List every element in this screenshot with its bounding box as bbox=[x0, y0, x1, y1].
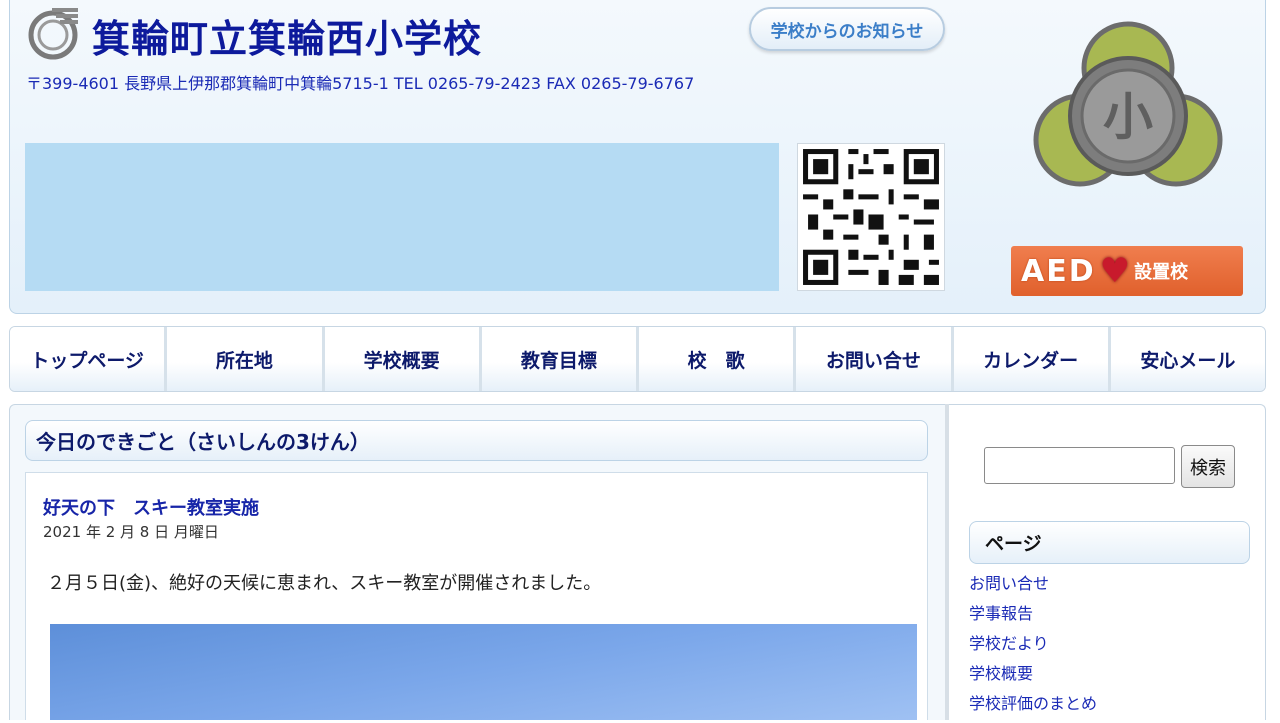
school-emblem-icon: 小 bbox=[1033, 21, 1223, 187]
search-button[interactable]: 検索 bbox=[1181, 445, 1235, 488]
emblem-char: 小 bbox=[1103, 87, 1153, 146]
school-notice-button[interactable]: 学校からのお知らせ bbox=[749, 7, 945, 51]
school-address: 〒399-4601 長野県上伊那郡箕輪町中箕輪5715-1 TEL 0265-7… bbox=[26, 74, 695, 93]
pages-heading: ページ bbox=[969, 521, 1250, 564]
nav-item-overview[interactable]: 学校概要 bbox=[324, 327, 482, 391]
main-nav: トップページ 所在地 学校概要 教育目標 校 歌 お問い合せ カレンダー 安心メ… bbox=[9, 326, 1266, 392]
sidebar-link-evaluation[interactable]: 学校評価のまとめ bbox=[969, 693, 1097, 723]
pages-list: お問い合せ 学事報告 学校だより 学校概要 学校評価のまとめ bbox=[969, 573, 1097, 723]
nav-item-top[interactable]: トップページ bbox=[10, 327, 168, 391]
post-title-link[interactable]: 好天の下 スキー教室実施 bbox=[43, 494, 259, 520]
post-date: 2021 年 2 月 8 日 月曜日 bbox=[43, 523, 219, 541]
heart-icon: ♥ bbox=[1099, 251, 1131, 291]
nav-item-contact[interactable]: お問い合せ bbox=[796, 327, 954, 391]
nav-item-mail[interactable]: 安心メール bbox=[1110, 327, 1265, 391]
nav-item-song[interactable]: 校 歌 bbox=[639, 327, 797, 391]
aed-text: AED bbox=[1021, 253, 1096, 289]
header-banner bbox=[25, 143, 779, 291]
sidebar-link-overview[interactable]: 学校概要 bbox=[969, 663, 1097, 693]
sidebar-link-report[interactable]: 学事報告 bbox=[969, 603, 1097, 633]
school-logo-icon bbox=[28, 8, 78, 60]
nav-item-calendar[interactable]: カレンダー bbox=[953, 327, 1111, 391]
qr-code-icon bbox=[797, 143, 945, 291]
nav-item-goals[interactable]: 教育目標 bbox=[481, 327, 639, 391]
aed-badge: AED ♥ 設置校 bbox=[1011, 246, 1243, 296]
nav-item-location[interactable]: 所在地 bbox=[167, 327, 325, 391]
post-photo[interactable] bbox=[50, 624, 917, 720]
school-name-title[interactable]: 箕輪町立箕輪西小学校 bbox=[92, 8, 482, 63]
post-body-text: ２月５日(金)、絶好の天候に恵まれ、スキー教室が開催されました。 bbox=[47, 573, 602, 594]
aed-label: 設置校 bbox=[1134, 262, 1189, 283]
search-input[interactable] bbox=[984, 447, 1175, 484]
sidebar-link-newsletter[interactable]: 学校だより bbox=[969, 633, 1097, 663]
sidebar-link-contact[interactable]: お問い合せ bbox=[969, 573, 1097, 603]
section-title: 今日のできごと（さいしんの3けん） bbox=[25, 420, 928, 461]
